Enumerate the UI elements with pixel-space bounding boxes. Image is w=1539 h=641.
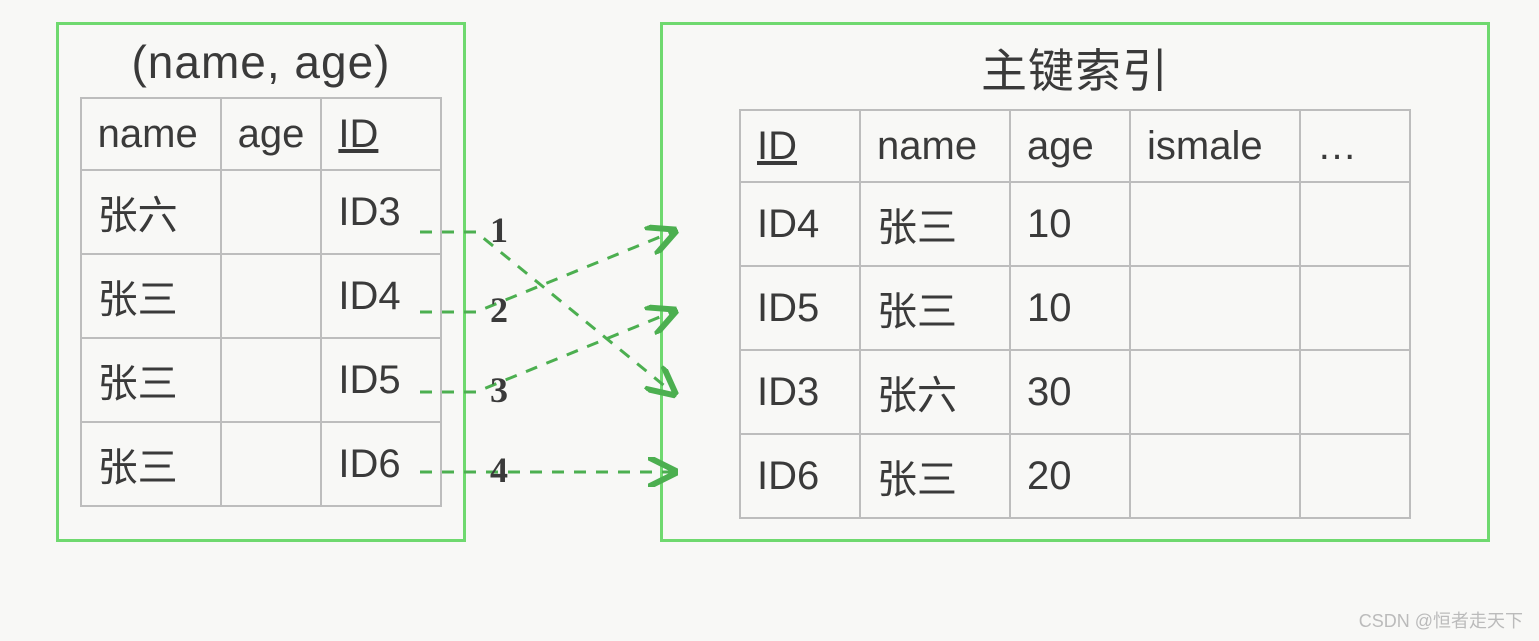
cell: 张三 [81,254,221,338]
cell: 张三 [860,266,1010,350]
table-row: 张六 ID3 [81,170,442,254]
cell [1300,266,1410,350]
col-header: age [1010,110,1130,182]
cell: 张三 [81,422,221,506]
table-row: 张三 ID5 [81,338,442,422]
arrow-label: 2 [490,290,508,330]
col-header: ID [740,110,860,182]
arrow-label: 3 [490,370,508,410]
cell: ID4 [740,182,860,266]
arrow-label: 1 [490,210,508,250]
cell: ID5 [321,338,441,422]
cell: 张六 [81,170,221,254]
cell: 张三 [860,182,1010,266]
cell [221,422,322,506]
cell [1130,350,1300,434]
cell: 10 [1010,266,1130,350]
cell [1300,434,1410,518]
watermark: CSDN @恒者走天下 [1359,607,1523,633]
cell: 30 [1010,350,1130,434]
secondary-index-title: (name, age) [59,35,463,89]
cell: 张六 [860,350,1010,434]
cell: ID6 [740,434,860,518]
table-row: ID6张三20 [740,434,1410,518]
cell: 张三 [860,434,1010,518]
table-row: 张三 ID6 [81,422,442,506]
cell: ID4 [321,254,441,338]
cell [1130,266,1300,350]
secondary-index-table: nameageID 张六 ID3 张三 ID4 张三 ID5 张三 ID6 [80,97,443,507]
secondary-index-panel: (name, age) nameageID 张六 ID3 张三 ID4 张三 ID5 张三 I… [56,22,466,542]
col-header: age [221,98,322,170]
cell: 20 [1010,434,1130,518]
cell [1300,182,1410,266]
cell: ID3 [740,350,860,434]
table-row: ID5张三10 [740,266,1410,350]
cell [1130,434,1300,518]
primary-index-title: 主键索引 [663,35,1487,101]
primary-index-panel: 主键索引 IDnameageismale… ID4张三10ID5张三10ID3张… [660,22,1490,542]
cell [221,170,322,254]
col-header: name [860,110,1010,182]
arrow-label: 4 [490,450,508,490]
cell: ID3 [321,170,441,254]
cell [221,338,322,422]
table-row: ID3张六30 [740,350,1410,434]
col-header: ismale [1130,110,1300,182]
cell: 张三 [81,338,221,422]
cell [221,254,322,338]
col-header: ID [321,98,441,170]
cell [1300,350,1410,434]
cell: ID6 [321,422,441,506]
table-row: ID4张三10 [740,182,1410,266]
cell: ID5 [740,266,860,350]
col-header: name [81,98,221,170]
cell: 10 [1010,182,1130,266]
cell [1130,182,1300,266]
table-row: 张三 ID4 [81,254,442,338]
col-header: … [1300,110,1410,182]
primary-index-table: IDnameageismale… ID4张三10ID5张三10ID3张六30ID… [739,109,1411,519]
